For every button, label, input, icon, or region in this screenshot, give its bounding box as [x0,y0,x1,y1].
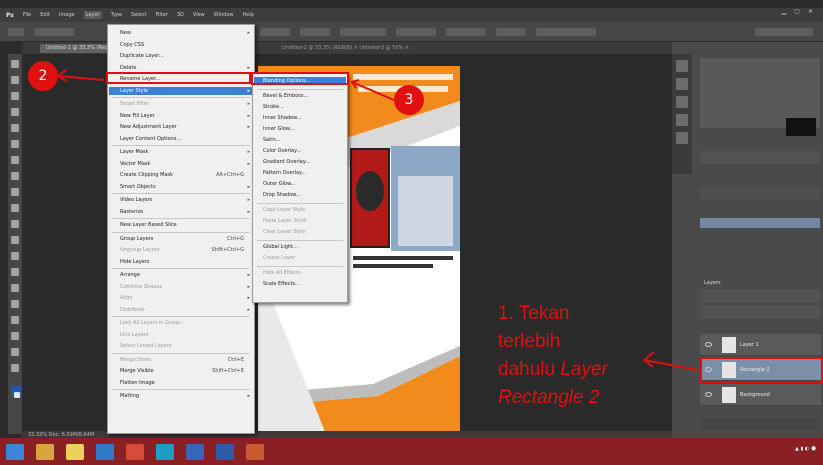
annotation-line-4: Rectangle 2 [498,384,648,412]
annotation-line-2: terlebih [498,331,561,352]
annotation-line-3-italic: Layer [560,359,608,380]
annotation-line-1: 1. Tekan [498,303,570,324]
photoshop-window: Ps File Edit Image Layer Type Select Fil… [0,0,823,465]
annotation-line-3-plain: dahulu [498,359,561,380]
annotation-arrows [56,69,699,371]
instruction-annotation: 1. Tekan terlebih dahulu Layer Rectangle… [498,300,648,412]
annotation-line-4-italic: Rectangle 2 [498,387,600,408]
annotation-line-3: dahulu Layer [498,356,648,384]
